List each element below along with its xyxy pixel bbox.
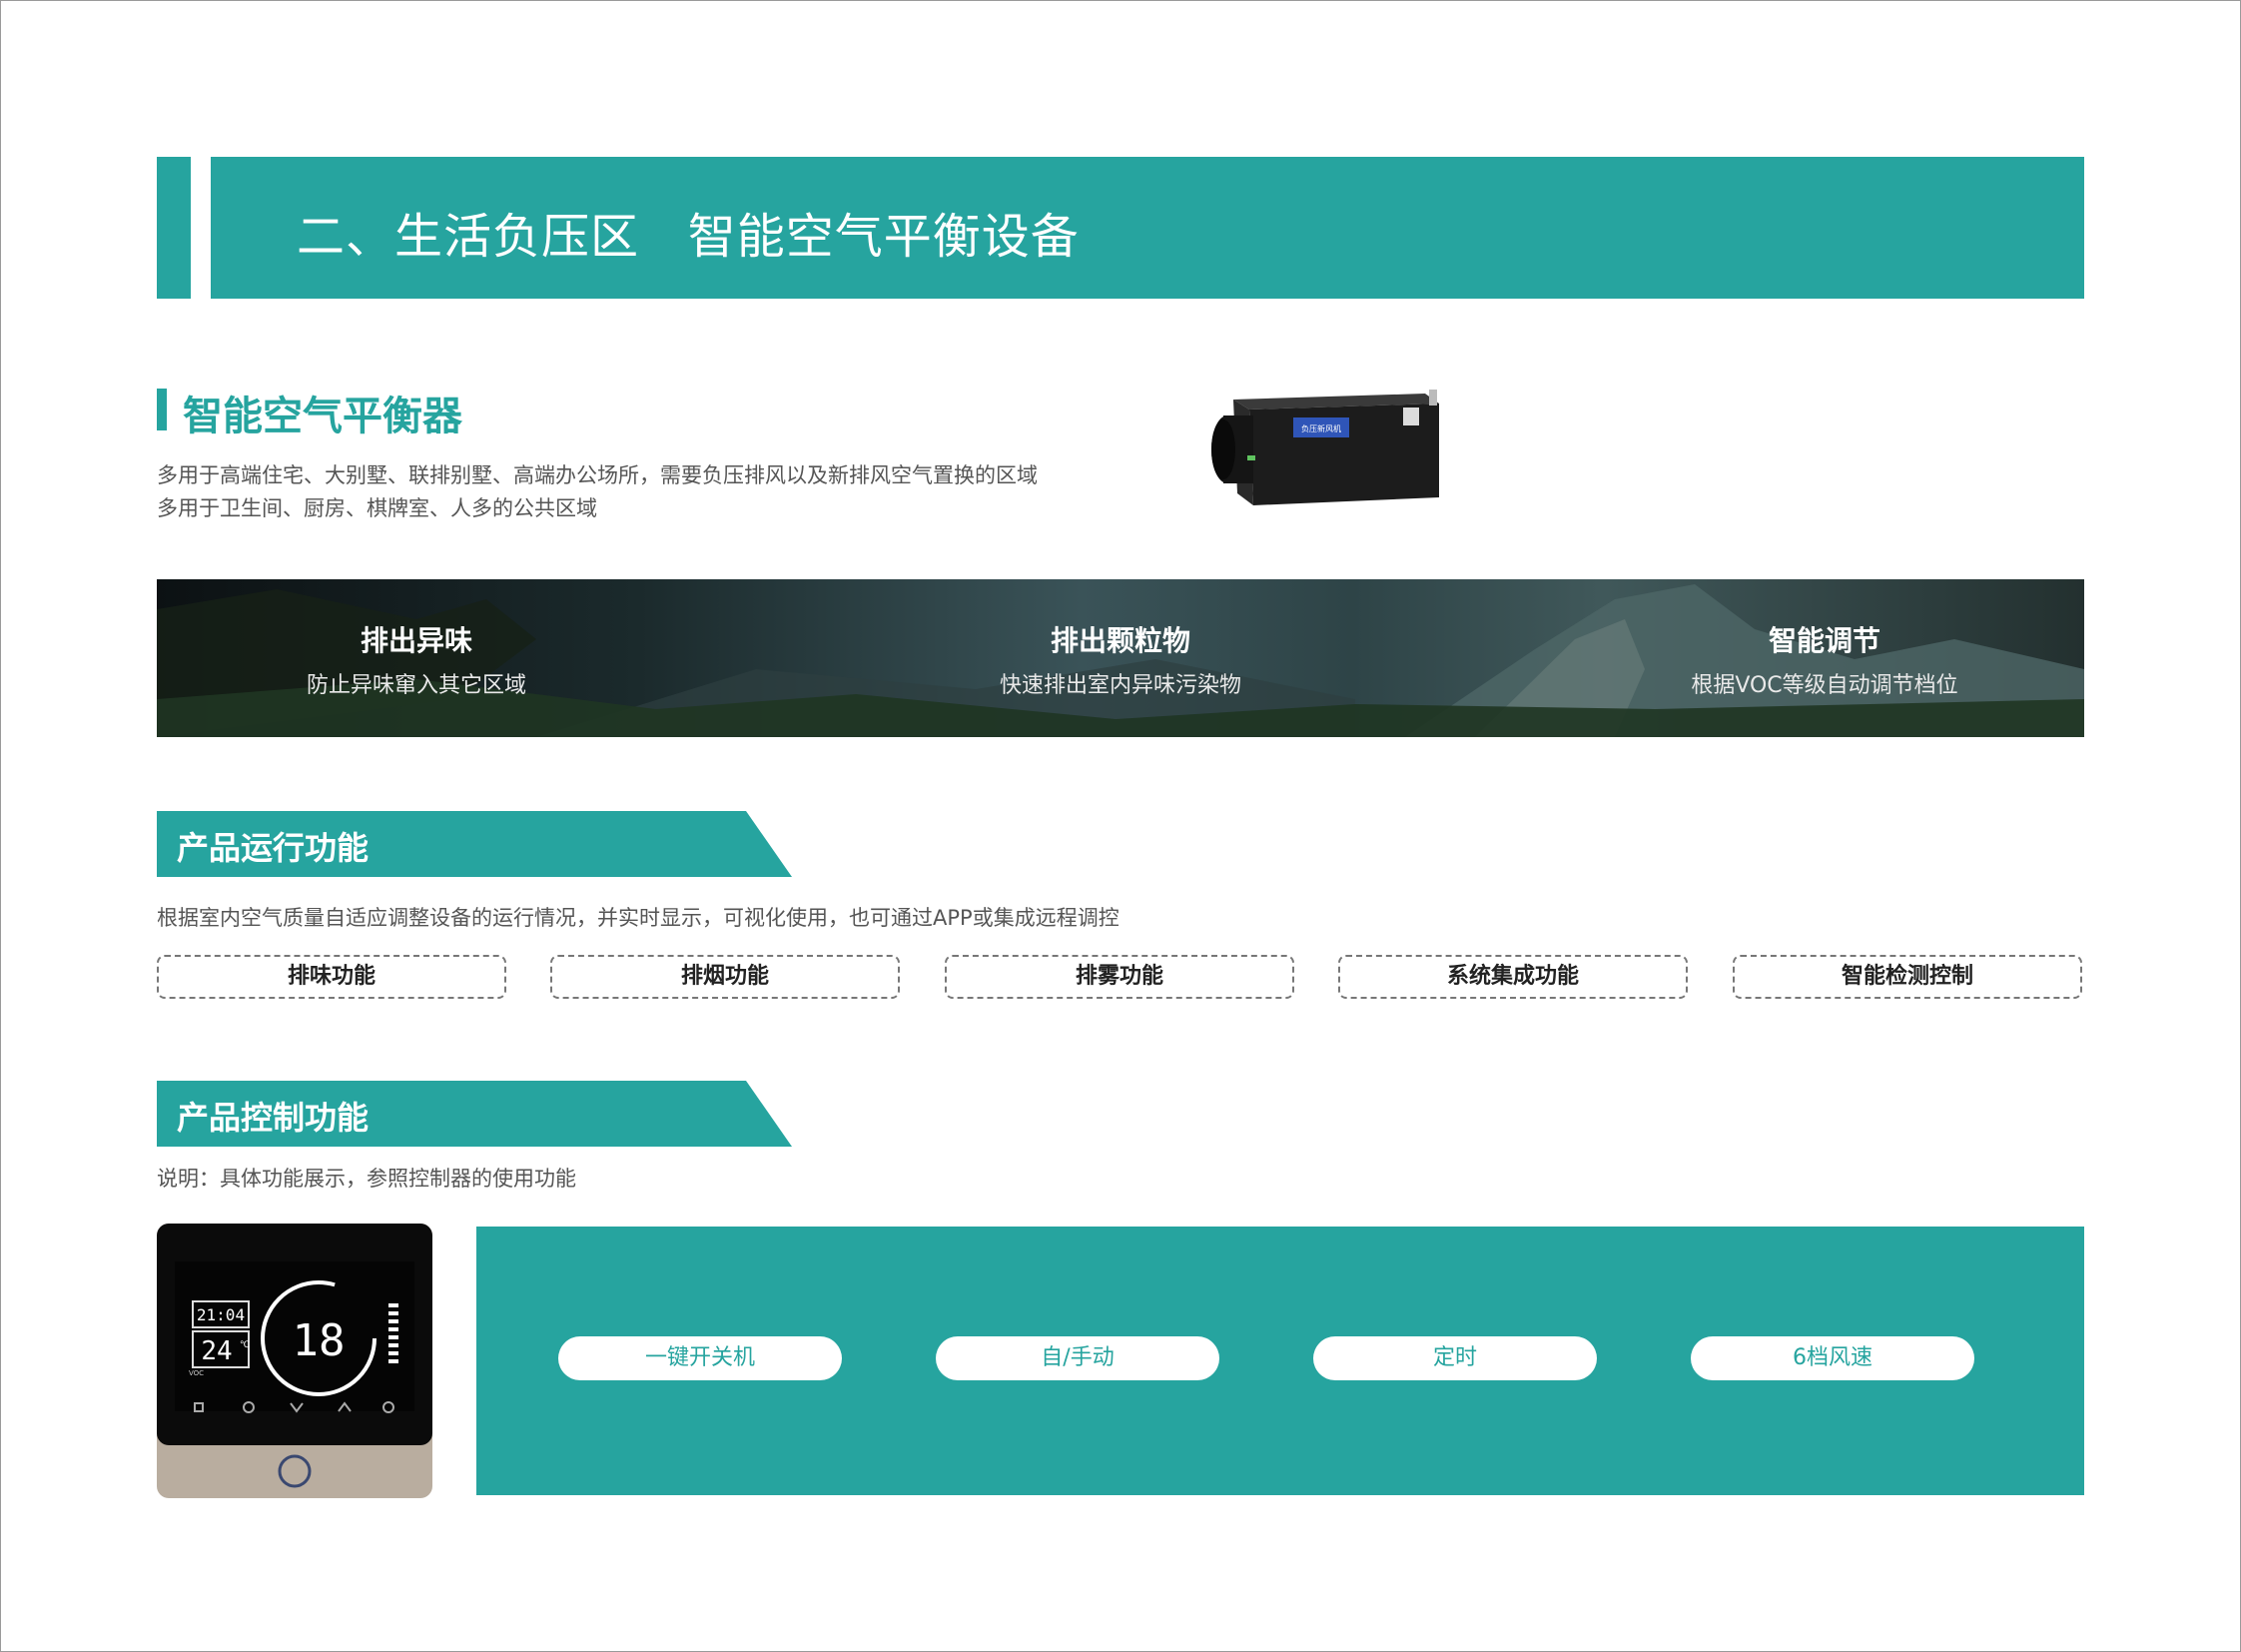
product-label: 负压新风机 xyxy=(1301,423,1341,433)
header-band: 二、生活负压区 智能空气平衡设备 xyxy=(211,157,2084,299)
operation-desc: 根据室内空气质量自适应调整设备的运行情况，并实时显示，可视化使用，也可通过APP… xyxy=(157,906,1120,930)
fan-speed-button[interactable]: 6档风速 xyxy=(1691,1336,1974,1380)
controller-image: 21:04 24 ℃ VOC 18 xyxy=(157,1224,432,1498)
operation-section-title: 产品运行功能 xyxy=(177,829,370,867)
display-voc: VOC xyxy=(189,1369,204,1377)
auto-manual-button[interactable]: 自/手动 xyxy=(936,1336,1219,1380)
page-title: 二、生活负压区 智能空气平衡设备 xyxy=(297,209,1080,265)
section-desc-line-1: 多用于高端住宅、大别墅、联排别墅、高端办公场所，需要负压排风以及新排风空气置换的… xyxy=(157,463,1038,487)
feature-subtitle: 防止异味窜入其它区域 xyxy=(306,673,526,698)
timer-button[interactable]: 定时 xyxy=(1313,1336,1597,1380)
feature-particles: 排出颗粒物 快速排出室内异味污染物 xyxy=(861,619,1380,699)
display-temp-unit: ℃ xyxy=(240,1340,250,1350)
header-accent-bar xyxy=(157,157,191,299)
feature-smart: 智能调节 根据VOC等级自动调节档位 xyxy=(1565,619,2084,699)
display-time: 21:04 xyxy=(197,1305,245,1324)
section-title-bar xyxy=(157,389,167,430)
feature-subtitle: 快速排出室内异味污染物 xyxy=(999,673,1241,698)
product-image: 负压新风机 xyxy=(1193,380,1448,519)
function-fog: 排雾功能 xyxy=(945,955,1294,999)
display-main-value: 18 xyxy=(293,1315,346,1366)
function-integration: 系统集成功能 xyxy=(1338,955,1688,999)
display-temp: 24 xyxy=(201,1336,232,1366)
function-smoke: 排烟功能 xyxy=(550,955,900,999)
power-button[interactable]: 一键开关机 xyxy=(558,1336,842,1380)
operation-section-header: 产品运行功能 xyxy=(157,811,792,877)
feature-odor: 排出异味 防止异味窜入其它区域 xyxy=(157,619,676,699)
control-section-title: 产品控制功能 xyxy=(177,1099,370,1137)
control-panel: 一键开关机 自/手动 定时 6档风速 xyxy=(476,1227,2084,1495)
feature-title: 排出颗粒物 xyxy=(1050,624,1190,657)
feature-subtitle: 根据VOC等级自动调节档位 xyxy=(1691,673,1958,698)
section-desc-line-2: 多用于卫生间、厨房、棋牌室、人多的公共区域 xyxy=(157,496,597,520)
section-title: 智能空气平衡器 xyxy=(183,394,462,439)
function-detection: 智能检测控制 xyxy=(1733,955,2082,999)
control-desc: 说明：具体功能展示，参照控制器的使用功能 xyxy=(157,1167,576,1191)
control-section-header: 产品控制功能 xyxy=(157,1081,792,1147)
function-odor: 排味功能 xyxy=(157,955,506,999)
feature-title: 排出异味 xyxy=(360,624,472,657)
feature-title: 智能调节 xyxy=(1768,624,1880,657)
feature-banner: 排出异味 防止异味窜入其它区域 排出颗粒物 快速排出室内异味污染物 智能调节 根… xyxy=(157,579,2084,737)
